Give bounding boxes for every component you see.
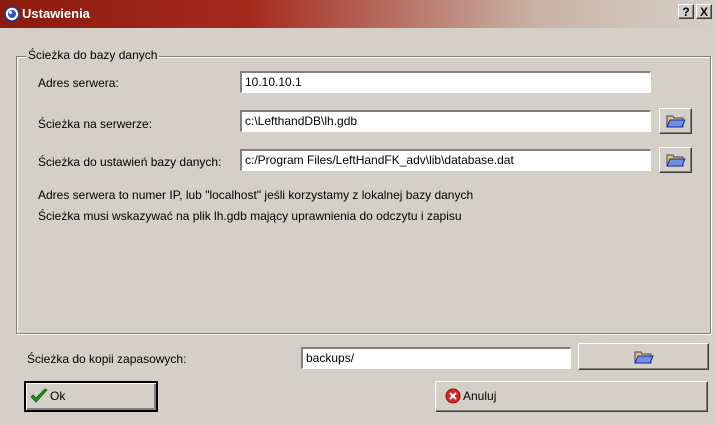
ok-button-label: Ok bbox=[50, 389, 66, 403]
folder-open-icon bbox=[665, 115, 686, 128]
group-title: Ścieżka do bazy danych bbox=[26, 48, 160, 62]
folder-open-icon bbox=[633, 351, 654, 363]
server-address-label: Adres serwera: bbox=[38, 76, 119, 90]
backup-path-input[interactable]: backups/ bbox=[301, 347, 571, 369]
checkmark-icon bbox=[30, 388, 48, 403]
help-button[interactable]: ? bbox=[678, 4, 694, 19]
db-settings-label: Ścieżka do ustawień bazy danych: bbox=[38, 155, 222, 169]
info-text-2: Ścieżka musi wskazywać na plik lh.gdb ma… bbox=[38, 209, 462, 223]
browse-db-settings-button[interactable] bbox=[659, 147, 692, 173]
cancel-button[interactable]: Anuluj bbox=[435, 381, 708, 412]
server-path-input[interactable]: c:\LefthandDB\lh.gdb bbox=[240, 110, 651, 132]
server-path-label: Ścieżka na serwerze: bbox=[38, 117, 153, 131]
ok-button[interactable]: Ok bbox=[24, 381, 158, 412]
close-button[interactable]: X bbox=[696, 4, 712, 19]
browse-server-path-button[interactable] bbox=[659, 108, 692, 134]
app-icon bbox=[4, 6, 20, 22]
server-address-input[interactable]: 10.10.10.1 bbox=[240, 71, 651, 93]
db-settings-input[interactable]: c:/Program Files/LeftHandFK_adv\lib\data… bbox=[240, 149, 651, 171]
settings-dialog: Ustawienia ? X Ścieżka do bazy danych Ad… bbox=[0, 0, 716, 425]
window-title: Ustawienia bbox=[22, 6, 90, 21]
backup-path-label: Ścieżka do kopii zapasowych: bbox=[27, 352, 187, 366]
title-bar[interactable]: Ustawienia ? X bbox=[0, 0, 716, 28]
folder-open-icon bbox=[665, 154, 686, 167]
browse-backup-path-button[interactable] bbox=[578, 343, 709, 370]
info-text-1: Adres serwera to numer IP, lub "localhos… bbox=[38, 188, 474, 202]
cancel-button-label: Anuluj bbox=[463, 389, 497, 403]
cancel-icon bbox=[445, 388, 461, 404]
